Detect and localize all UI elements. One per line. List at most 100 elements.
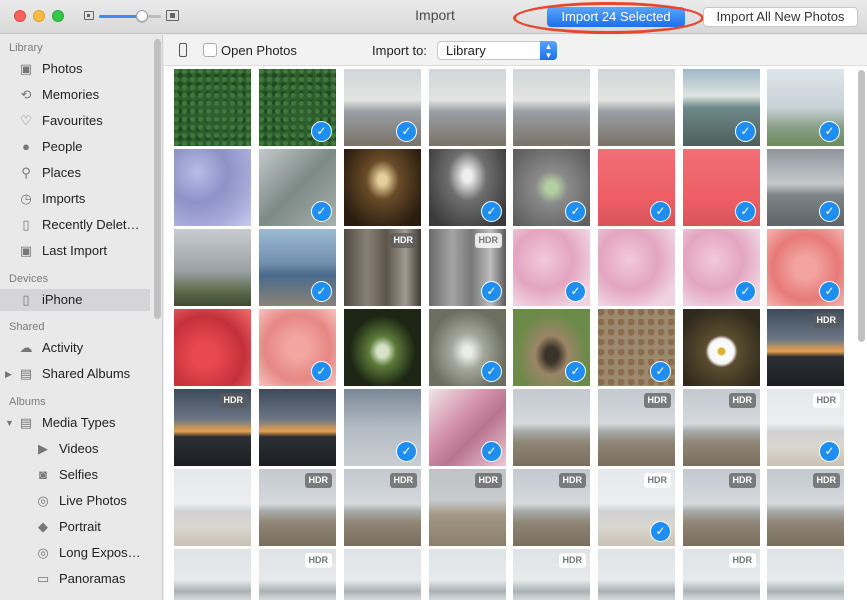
photo-thumbnail[interactable] [344,549,421,600]
photo-thumbnail[interactable]: HDR [598,389,675,466]
photo-thumbnail[interactable]: HDR [344,469,421,546]
selected-checkmark-icon[interactable]: ✓ [565,361,586,382]
photo-thumbnail[interactable] [174,309,251,386]
selected-checkmark-icon[interactable]: ✓ [311,361,332,382]
selected-checkmark-icon[interactable]: ✓ [565,281,586,302]
photo-thumbnail[interactable] [513,389,590,466]
photo-thumbnail[interactable]: ✓ [429,309,506,386]
zoom-out-icon[interactable] [84,11,94,20]
photo-thumbnail[interactable]: HDR ✓ [598,469,675,546]
photo-thumbnail[interactable] [174,469,251,546]
photo-thumbnail[interactable] [767,549,844,600]
sidebar-item-live-photos[interactable]: ◎ Live Photos [0,490,150,512]
zoom-slider[interactable] [99,15,161,18]
photo-thumbnail[interactable] [344,149,421,226]
photo-thumbnail[interactable]: HDR [259,469,336,546]
photo-thumbnail[interactable]: HDR [259,549,336,600]
photo-thumbnail[interactable]: ✓ [259,309,336,386]
selected-checkmark-icon[interactable]: ✓ [735,121,756,142]
sidebar-item-videos[interactable]: ▶ Videos [0,438,150,460]
selected-checkmark-icon[interactable]: ✓ [481,281,502,302]
sidebar-item-favourites[interactable]: ♡ Favourites [0,110,150,132]
photo-thumbnail[interactable]: ✓ [767,229,844,306]
fullscreen-window-button[interactable] [52,10,64,22]
photo-thumbnail[interactable]: ✓ [513,309,590,386]
selected-checkmark-icon[interactable]: ✓ [819,201,840,222]
photo-thumbnail[interactable]: HDR [683,389,760,466]
selected-checkmark-icon[interactable]: ✓ [819,121,840,142]
photo-thumbnail[interactable] [513,69,590,146]
photo-thumbnail[interactable]: HDR [767,309,844,386]
photo-thumbnail[interactable]: HDR [429,469,506,546]
photo-thumbnail[interactable]: ✓ [767,69,844,146]
selected-checkmark-icon[interactable]: ✓ [396,441,417,462]
photo-thumbnail[interactable] [429,549,506,600]
photo-thumbnail[interactable]: ✓ [259,229,336,306]
photo-thumbnail[interactable]: HDR ✓ [767,389,844,466]
import-selected-button[interactable]: Import 24 Selected [547,7,685,27]
photo-thumbnail[interactable] [598,229,675,306]
selected-checkmark-icon[interactable]: ✓ [565,201,586,222]
selected-checkmark-icon[interactable]: ✓ [650,201,671,222]
selected-checkmark-icon[interactable]: ✓ [819,281,840,302]
sidebar-item-memories[interactable]: ⟲ Memories [0,84,150,106]
photo-thumbnail[interactable] [598,69,675,146]
selected-checkmark-icon[interactable]: ✓ [819,441,840,462]
photo-thumbnail[interactable]: ✓ [683,149,760,226]
photo-thumbnail[interactable]: HDR [683,549,760,600]
photo-thumbnail[interactable] [174,69,251,146]
sidebar-item-portrait[interactable]: ◆ Portrait [0,516,150,538]
photo-thumbnail[interactable]: ✓ [767,149,844,226]
photo-thumbnail[interactable]: ✓ [344,69,421,146]
sidebar-item-recently-delet[interactable]: ▯ Recently Delet… [0,214,150,236]
sidebar-item-shared-albums[interactable]: ▶ ▤ Shared Albums [0,363,150,385]
photo-thumbnail[interactable]: ✓ [259,69,336,146]
sidebar-item-selfies[interactable]: ◙ Selfies [0,464,150,486]
sidebar-item-people[interactable]: ● People [0,136,150,158]
minimize-window-button[interactable] [33,10,45,22]
sidebar-item-last-import[interactable]: ▣ Last Import [0,240,150,262]
zoom-slider-knob[interactable] [136,10,149,22]
sidebar-item-places[interactable]: ⚲ Places [0,162,150,184]
sidebar-item-long-expos[interactable]: ◎ Long Expos… [0,542,150,564]
photo-thumbnail[interactable] [174,229,251,306]
selected-checkmark-icon[interactable]: ✓ [396,121,417,142]
sidebar-item-imports[interactable]: ◷ Imports [0,188,150,210]
photo-thumbnail[interactable] [683,309,760,386]
sidebar-item-media-types[interactable]: ▼ ▤ Media Types [0,412,150,434]
selected-checkmark-icon[interactable]: ✓ [735,281,756,302]
sidebar-item-panoramas[interactable]: ▭ Panoramas [0,568,150,590]
selected-checkmark-icon[interactable]: ✓ [311,281,332,302]
import-all-new-photos-button[interactable]: Import All New Photos [703,7,858,27]
close-window-button[interactable] [14,10,26,22]
grid-scrollbar[interactable] [858,70,865,342]
selected-checkmark-icon[interactable]: ✓ [311,121,332,142]
zoom-in-icon[interactable] [166,10,179,21]
photo-thumbnail[interactable]: HDR [174,389,251,466]
photo-thumbnail[interactable]: HDR [513,469,590,546]
photo-thumbnail[interactable]: ✓ [429,389,506,466]
photo-thumbnail[interactable]: HDR [344,229,421,306]
photo-thumbnail[interactable] [174,549,251,600]
photo-thumbnail[interactable]: HDR [513,549,590,600]
photo-thumbnail[interactable] [429,69,506,146]
photo-thumbnail[interactable] [174,149,251,226]
open-photos-checkbox[interactable] [203,43,217,57]
import-destination-select[interactable]: Library ▲ ▼ [437,41,557,60]
sidebar-scrollbar[interactable] [154,39,161,319]
sidebar-item-activity[interactable]: ☁ Activity [0,337,150,359]
photo-thumbnail[interactable]: HDR ✓ [429,229,506,306]
photo-thumbnail[interactable]: ✓ [344,389,421,466]
photo-thumbnail[interactable]: ✓ [513,149,590,226]
photo-thumbnail[interactable]: ✓ [513,229,590,306]
disclosure-expanded-icon[interactable]: ▼ [5,412,14,434]
photo-thumbnail[interactable]: ✓ [598,149,675,226]
photo-thumbnail[interactable]: ✓ [683,69,760,146]
selected-checkmark-icon[interactable]: ✓ [481,441,502,462]
selected-checkmark-icon[interactable]: ✓ [481,201,502,222]
photo-thumbnail[interactable]: ✓ [598,309,675,386]
photo-thumbnail[interactable]: ✓ [259,149,336,226]
sidebar-item-iphone[interactable]: ▯ iPhone [0,289,150,311]
photo-thumbnail[interactable]: HDR [767,469,844,546]
photo-thumbnail[interactable]: HDR [683,469,760,546]
